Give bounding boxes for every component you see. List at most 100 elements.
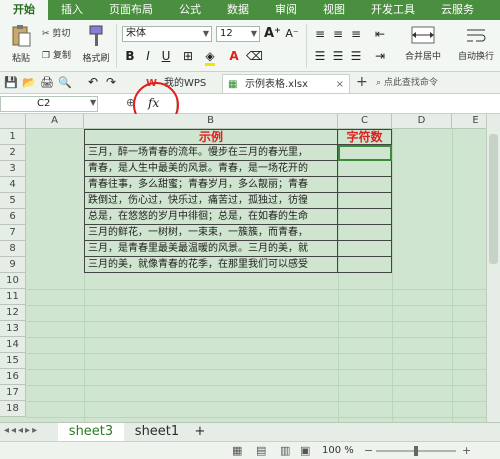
clear-format-icon[interactable]: ⌫	[246, 48, 263, 64]
bold-button[interactable]: B	[122, 48, 138, 64]
add-sheet-button[interactable]: +	[190, 423, 210, 441]
spreadsheet-grid[interactable]: A B C D E 1 2 3 4 5 6 7 8 9 10 11 12 13 …	[0, 114, 500, 422]
row-header[interactable]: 1	[0, 129, 26, 145]
table-cell[interactable]: 跌倒过，伤心过，快乐过，痛苦过，孤独过，彷徨	[84, 193, 338, 209]
merge-center-button[interactable]: 合并居中	[398, 24, 448, 62]
increase-font-icon[interactable]: A⁺	[264, 26, 281, 42]
table-cell[interactable]: 青春，是人生中最美的风景。青春，是一场花开的	[84, 161, 338, 177]
cut-button[interactable]: ✂ 剪切	[42, 26, 70, 39]
row-header[interactable]: 14	[0, 337, 26, 353]
undo-icon[interactable]: ↶	[88, 75, 98, 89]
page-layout-icon[interactable]: ▤	[256, 444, 266, 457]
row-header[interactable]: 5	[0, 193, 26, 209]
align-middle-icon[interactable]: ≡	[330, 26, 346, 42]
row-header[interactable]: 4	[0, 177, 26, 193]
tab-example-file[interactable]: ▦ 示例表格.xlsx ×	[222, 74, 350, 93]
paste-button[interactable]: 粘贴	[4, 24, 38, 64]
command-search[interactable]: ⌕ 点此查找命令	[376, 75, 500, 91]
vertical-scrollbar[interactable]	[486, 114, 500, 422]
row-header[interactable]: 18	[0, 401, 26, 417]
fill-color-icon[interactable]: ◈	[202, 48, 218, 66]
table-cell[interactable]: 三月，醉一场青春的流年。慢步在三月的春光里，	[84, 145, 338, 161]
table-cell[interactable]: 总是，在悠悠的岁月中徘徊；总是，在如春的生命	[84, 209, 338, 225]
tab-insert[interactable]: 插入	[48, 0, 96, 20]
row-header[interactable]: 13	[0, 321, 26, 337]
row-header[interactable]: 6	[0, 209, 26, 225]
sheet-tab-sheet3[interactable]: sheet3	[58, 423, 124, 441]
print-icon[interactable]: 🖨	[40, 76, 54, 89]
save-icon[interactable]: 💾	[4, 76, 18, 89]
row-header[interactable]: 11	[0, 289, 26, 305]
normal-view-icon[interactable]: ▦	[232, 444, 242, 457]
cell-b1-title[interactable]: 示例	[84, 129, 338, 145]
table-cell[interactable]: 三月，是青春里最美最温暖的风景。三月的美，就	[84, 241, 338, 257]
table-cell[interactable]	[338, 177, 392, 193]
wrap-text-button[interactable]: 自动换行	[452, 24, 500, 62]
row-header[interactable]: 3	[0, 161, 26, 177]
tab-page-layout[interactable]: 页面布局	[96, 0, 166, 20]
print-preview-icon[interactable]: 🔍	[58, 76, 72, 89]
row-header[interactable]: 10	[0, 273, 26, 289]
tab-review[interactable]: 审阅	[262, 0, 310, 20]
row-header[interactable]: 16	[0, 369, 26, 385]
sheet-nav-arrows-icon[interactable]: ◂◂◂▸▸	[4, 425, 39, 436]
row-header[interactable]: 8	[0, 241, 26, 257]
italic-button[interactable]: I	[140, 48, 156, 64]
zoom-in-icon[interactable]: +	[462, 444, 471, 457]
tab-developer[interactable]: 开发工具	[358, 0, 428, 20]
zoom-slider-thumb[interactable]	[414, 446, 418, 456]
underline-button[interactable]: U	[158, 48, 174, 64]
font-name-select[interactable]: 宋体 ▼	[122, 26, 212, 42]
row-header[interactable]: 17	[0, 385, 26, 401]
selected-cell-c2[interactable]	[338, 145, 392, 161]
border-icon[interactable]: ⊞	[180, 48, 196, 64]
table-cell[interactable]: 青春往事，多么甜蜜；青春岁月，多么靓丽；青春	[84, 177, 338, 193]
tab-home[interactable]: 开始	[0, 0, 48, 20]
column-header-a[interactable]: A	[26, 114, 84, 129]
table-cell[interactable]	[338, 225, 392, 241]
copy-button[interactable]: ❐ 复制	[42, 48, 71, 61]
tab-view[interactable]: 视图	[310, 0, 358, 20]
tab-formulas[interactable]: 公式	[166, 0, 214, 20]
close-icon[interactable]: ×	[336, 75, 344, 94]
align-right-icon[interactable]: ☰	[348, 48, 364, 64]
name-box[interactable]: C2	[0, 96, 98, 112]
zoom-slider[interactable]	[376, 446, 456, 456]
column-header-d[interactable]: D	[392, 114, 452, 129]
indent-increase-icon[interactable]: ⇥	[372, 48, 388, 64]
formula-input[interactable]	[176, 95, 500, 113]
sheet-tab-sheet1[interactable]: sheet1	[128, 423, 186, 441]
align-center-icon[interactable]: ☰	[330, 48, 346, 64]
page-break-icon[interactable]: ▥	[280, 444, 290, 457]
chevron-down-icon[interactable]: ▼	[90, 98, 96, 107]
column-header-c[interactable]: C	[338, 114, 392, 129]
font-color-button[interactable]: A	[226, 48, 242, 64]
align-bottom-icon[interactable]: ≡	[348, 26, 364, 42]
scrollbar-thumb[interactable]	[489, 134, 498, 264]
tab-cloud[interactable]: 云服务	[428, 0, 487, 20]
row-header[interactable]: 12	[0, 305, 26, 321]
table-cell[interactable]	[338, 193, 392, 209]
cell-c1-header[interactable]: 字符数	[338, 129, 392, 145]
tab-data[interactable]: 数据	[214, 0, 262, 20]
table-cell[interactable]: 三月的美，就像青春的花季，在那里我们可以感受	[84, 257, 338, 273]
reading-mode-icon[interactable]: ▣	[300, 444, 310, 457]
font-size-select[interactable]: 12 ▼	[216, 26, 260, 42]
table-cell[interactable]	[338, 257, 392, 273]
zoom-level[interactable]: 100 %	[322, 445, 354, 456]
table-cell[interactable]: 三月的鲜花，一树树，一束束，一簇簇，而青春，	[84, 225, 338, 241]
row-header[interactable]: 2	[0, 145, 26, 161]
format-painter-button[interactable]: 格式刷	[80, 24, 112, 64]
align-top-icon[interactable]: ≡	[312, 26, 328, 42]
table-cell[interactable]	[338, 241, 392, 257]
zoom-out-icon[interactable]: −	[364, 444, 373, 457]
column-header-b[interactable]: B	[84, 114, 338, 129]
open-icon[interactable]: 📂	[22, 76, 36, 89]
table-cell[interactable]	[338, 161, 392, 177]
decrease-font-icon[interactable]: A⁻	[284, 26, 300, 42]
redo-icon[interactable]: ↷	[106, 75, 116, 89]
new-tab-icon[interactable]: +	[356, 74, 368, 90]
select-all-corner[interactable]	[0, 114, 26, 129]
align-left-icon[interactable]: ☰	[312, 48, 328, 64]
row-header[interactable]: 9	[0, 257, 26, 273]
